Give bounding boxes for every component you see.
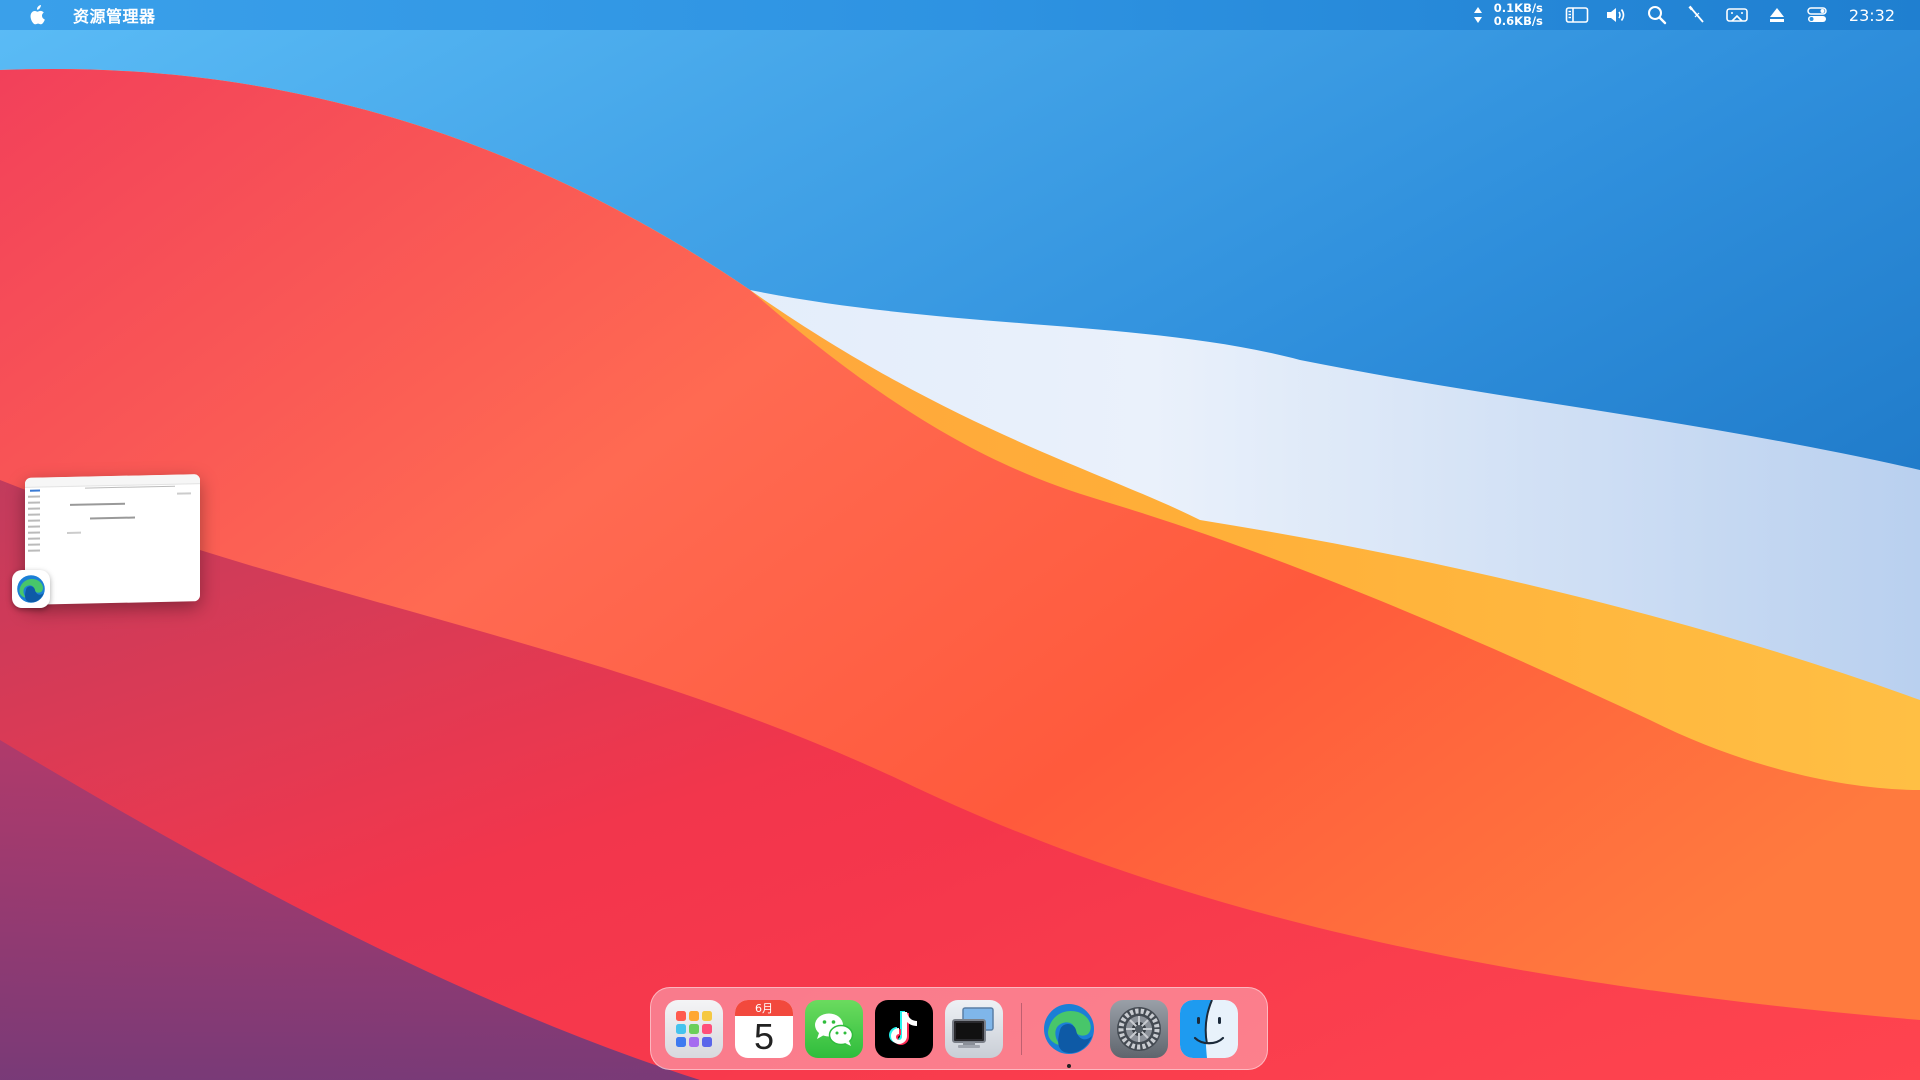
thumbnail-sidebar: [28, 495, 44, 555]
wechat-icon[interactable]: [805, 999, 863, 1058]
network-arrows-icon: [1470, 0, 1486, 30]
wallpaper-image: [0, 0, 1920, 1080]
minimized-window-thumbnail[interactable]: [25, 474, 200, 605]
control-center-icon[interactable]: [1797, 0, 1837, 30]
active-app-name[interactable]: 资源管理器: [73, 3, 156, 27]
network-speed[interactable]: 0.1KB/s 0.6KB/s: [1494, 0, 1543, 30]
remote-desktop-icon[interactable]: [945, 999, 1003, 1058]
screen-mirror-icon[interactable]: [1717, 0, 1757, 30]
menu-bar: 资源管理器 0.1KB/s 0.6KB/s 23:32: [0, 0, 1920, 30]
system-preferences-icon[interactable]: [1110, 999, 1168, 1058]
finder-icon[interactable]: [1180, 999, 1238, 1058]
dock: 6月 5: [650, 987, 1268, 1070]
sidebar-icon[interactable]: [1557, 0, 1597, 30]
search-icon[interactable]: [1637, 0, 1677, 30]
download-speed: 0.6KB/s: [1493, 14, 1543, 28]
volume-icon[interactable]: [1597, 0, 1637, 30]
dock-separator: [1021, 1002, 1022, 1055]
status-area: 0.1KB/s 0.6KB/s 23:32: [1470, 0, 1920, 30]
clock[interactable]: 23:32: [1849, 0, 1895, 30]
running-indicator: [1067, 1063, 1071, 1068]
pen-icon[interactable]: [1677, 0, 1717, 30]
edge-icon[interactable]: [1040, 1000, 1098, 1068]
calendar-day: 5: [753, 1015, 775, 1057]
tiktok-icon[interactable]: [875, 999, 933, 1058]
desktop[interactable]: 资源管理器 0.1KB/s 0.6KB/s 23:32 6月 5: [0, 0, 1920, 1080]
eject-icon[interactable]: [1757, 0, 1797, 30]
edge-icon[interactable]: [12, 570, 50, 608]
apple-logo-icon[interactable]: [25, 4, 47, 26]
calendar-icon[interactable]: 6月 5: [735, 999, 793, 1058]
launchpad-icon[interactable]: [665, 999, 723, 1058]
